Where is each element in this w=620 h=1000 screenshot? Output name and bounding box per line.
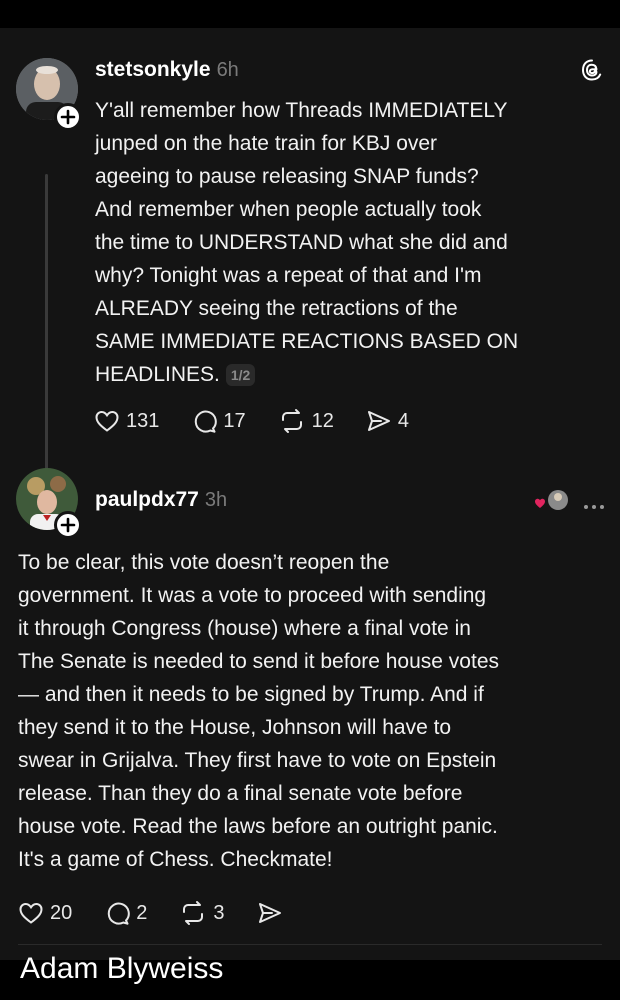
post1-username-text[interactable]: stetsonkyle	[95, 58, 211, 81]
post1-repost-count: 12	[311, 409, 334, 432]
post1-pager-badge: 1/2	[225, 364, 256, 387]
post2-reply-button[interactable]: 2	[104, 900, 147, 926]
post2-like-count: 20	[50, 901, 73, 924]
thread-panel: stetsonkyle 6h Y'all remember how Threads…	[0, 28, 620, 960]
post2-actions: 20 2 3	[18, 900, 321, 926]
share-icon	[367, 411, 390, 431]
post1-actions: 131 17 12 4	[94, 408, 441, 434]
post2-reply-count: 2	[136, 901, 148, 924]
follow-plus-icon-2[interactable]	[54, 511, 82, 539]
post2-body: To be clear, this vote doesn’t reopen th…	[18, 551, 500, 871]
post-divider	[18, 944, 602, 945]
post1-like-count: 131	[126, 409, 160, 432]
post2-username[interactable]: paulpdx77 3h	[95, 488, 227, 512]
comment-icon	[195, 410, 218, 433]
post1-reply-button[interactable]: 17	[191, 408, 246, 434]
threads-logo-icon	[580, 58, 604, 87]
post1-time: 6h	[216, 59, 239, 81]
post2-username-text[interactable]: paulpdx77	[95, 488, 199, 511]
post1-reply-count: 17	[223, 409, 246, 432]
repost-icon	[183, 901, 204, 925]
follow-plus-icon[interactable]	[54, 103, 82, 131]
post2-time: 3h	[204, 489, 228, 511]
post2-like-button[interactable]: 20	[18, 901, 72, 925]
heart-icon	[95, 410, 119, 432]
post2-repost-count: 3	[213, 901, 225, 924]
post1-share-count: 4	[397, 409, 409, 432]
post1-repost-button[interactable]: 12	[278, 408, 334, 434]
post1-share-button[interactable]: 4	[366, 409, 409, 433]
share-icon	[258, 903, 281, 923]
comment-icon	[108, 902, 131, 925]
heart-icon	[19, 902, 43, 924]
post1-like-button[interactable]: 131	[94, 409, 159, 433]
thread-connector-line	[45, 174, 48, 480]
liked-by-icon	[534, 488, 574, 514]
repost-icon	[281, 409, 302, 433]
post1-body: Y'all remember how Threads IMMEDIATELY j…	[95, 94, 605, 391]
post2-share-button[interactable]	[257, 901, 289, 925]
post2-repost-button[interactable]: 3	[179, 900, 225, 926]
post1-body-text: Y'all remember how Threads IMMEDIATELY j…	[95, 99, 519, 386]
more-icon[interactable]	[583, 498, 605, 516]
caption-author: Adam Blyweiss	[20, 952, 224, 985]
post1-username[interactable]: stetsonkyle 6h	[95, 58, 239, 82]
